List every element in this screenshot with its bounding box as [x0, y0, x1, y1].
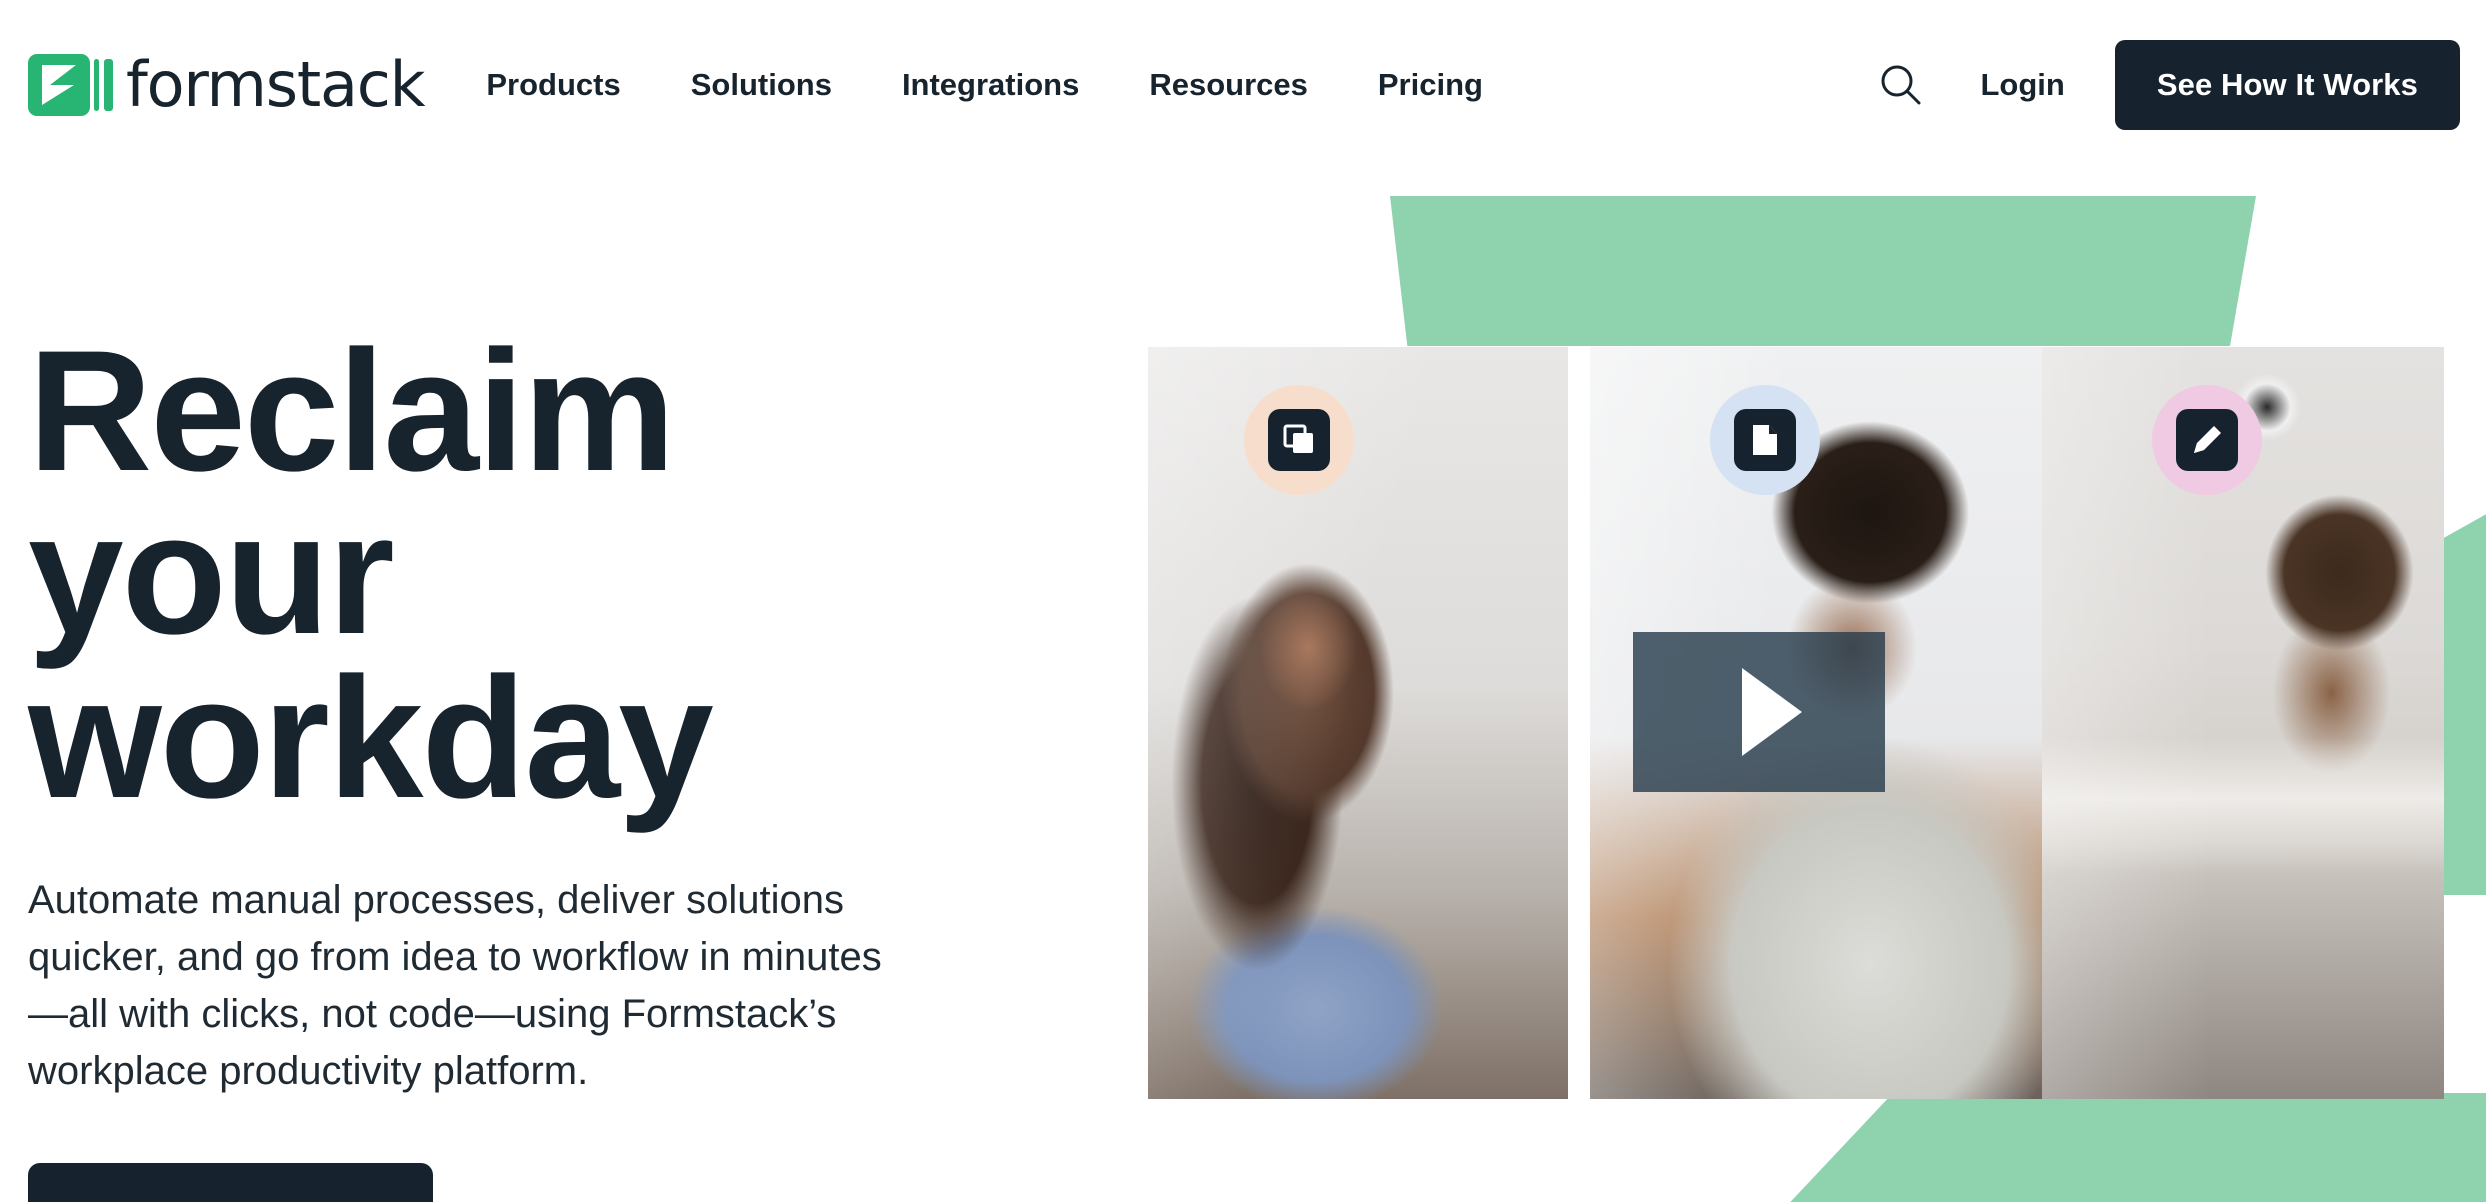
hero-see-how-it-works-button[interactable]: See How It Works: [28, 1163, 434, 1202]
decor-green-bottom-shape: [1780, 1093, 2486, 1202]
document-page-icon: [1710, 385, 1820, 495]
nav-item-integrations[interactable]: Integrations: [902, 58, 1079, 112]
page-title: Reclaim your workday: [28, 315, 714, 834]
primary-nav: Products Solutions Integrations Resource…: [486, 58, 1553, 112]
document-page-glyph: [1753, 425, 1777, 455]
badge-tile: [1734, 409, 1796, 471]
pencil-glyph: [2194, 426, 2221, 453]
hero-subtitle: Automate manual processes, deliver solut…: [28, 878, 882, 1093]
documents-copy-glyph: [1283, 424, 1313, 453]
documents-copy-icon: [1244, 385, 1354, 495]
hero-copy: Reclaim your workday Automate manual pro…: [28, 315, 1078, 1202]
header-actions: Login See How It Works: [1870, 0, 2460, 170]
media-panel-right: [2042, 347, 2444, 1099]
hero-actions: See How It Works Start Your Free Trial: [28, 1163, 1078, 1202]
formstack-logo[interactable]: formstack: [28, 48, 426, 121]
media-panel-left: [1148, 347, 1568, 1099]
nav-item-products[interactable]: Products: [486, 58, 620, 112]
landing-page: formstack Products Solutions Integration…: [0, 0, 2486, 1202]
play-icon[interactable]: [1633, 632, 1885, 792]
decor-green-top-shape: [1390, 196, 2256, 346]
photo-woman-at-desk: [1148, 347, 1568, 1099]
bolt-glyph: [42, 65, 76, 105]
play-triangle: [1742, 668, 1802, 756]
badge-tile: [2176, 409, 2238, 471]
hero-video-collage[interactable]: [1148, 347, 2444, 1099]
pencil-sign-icon: [2152, 385, 2262, 495]
nav-item-resources[interactable]: Resources: [1149, 58, 1308, 112]
start-free-trial-link[interactable]: Start Your Free Trial: [513, 1197, 854, 1202]
header-see-how-it-works-button[interactable]: See How It Works: [2114, 40, 2460, 130]
formstack-bolt-icon: [28, 54, 113, 116]
badge-tile: [1268, 409, 1330, 471]
search-icon[interactable]: [1870, 54, 1932, 116]
nav-item-solutions[interactable]: Solutions: [691, 58, 832, 112]
search-glyph: [1881, 65, 1921, 105]
nav-item-pricing[interactable]: Pricing: [1378, 58, 1483, 112]
brand-wordmark: formstack: [126, 48, 426, 121]
site-header: formstack Products Solutions Integration…: [0, 0, 2486, 170]
login-link[interactable]: Login: [1980, 67, 2064, 103]
